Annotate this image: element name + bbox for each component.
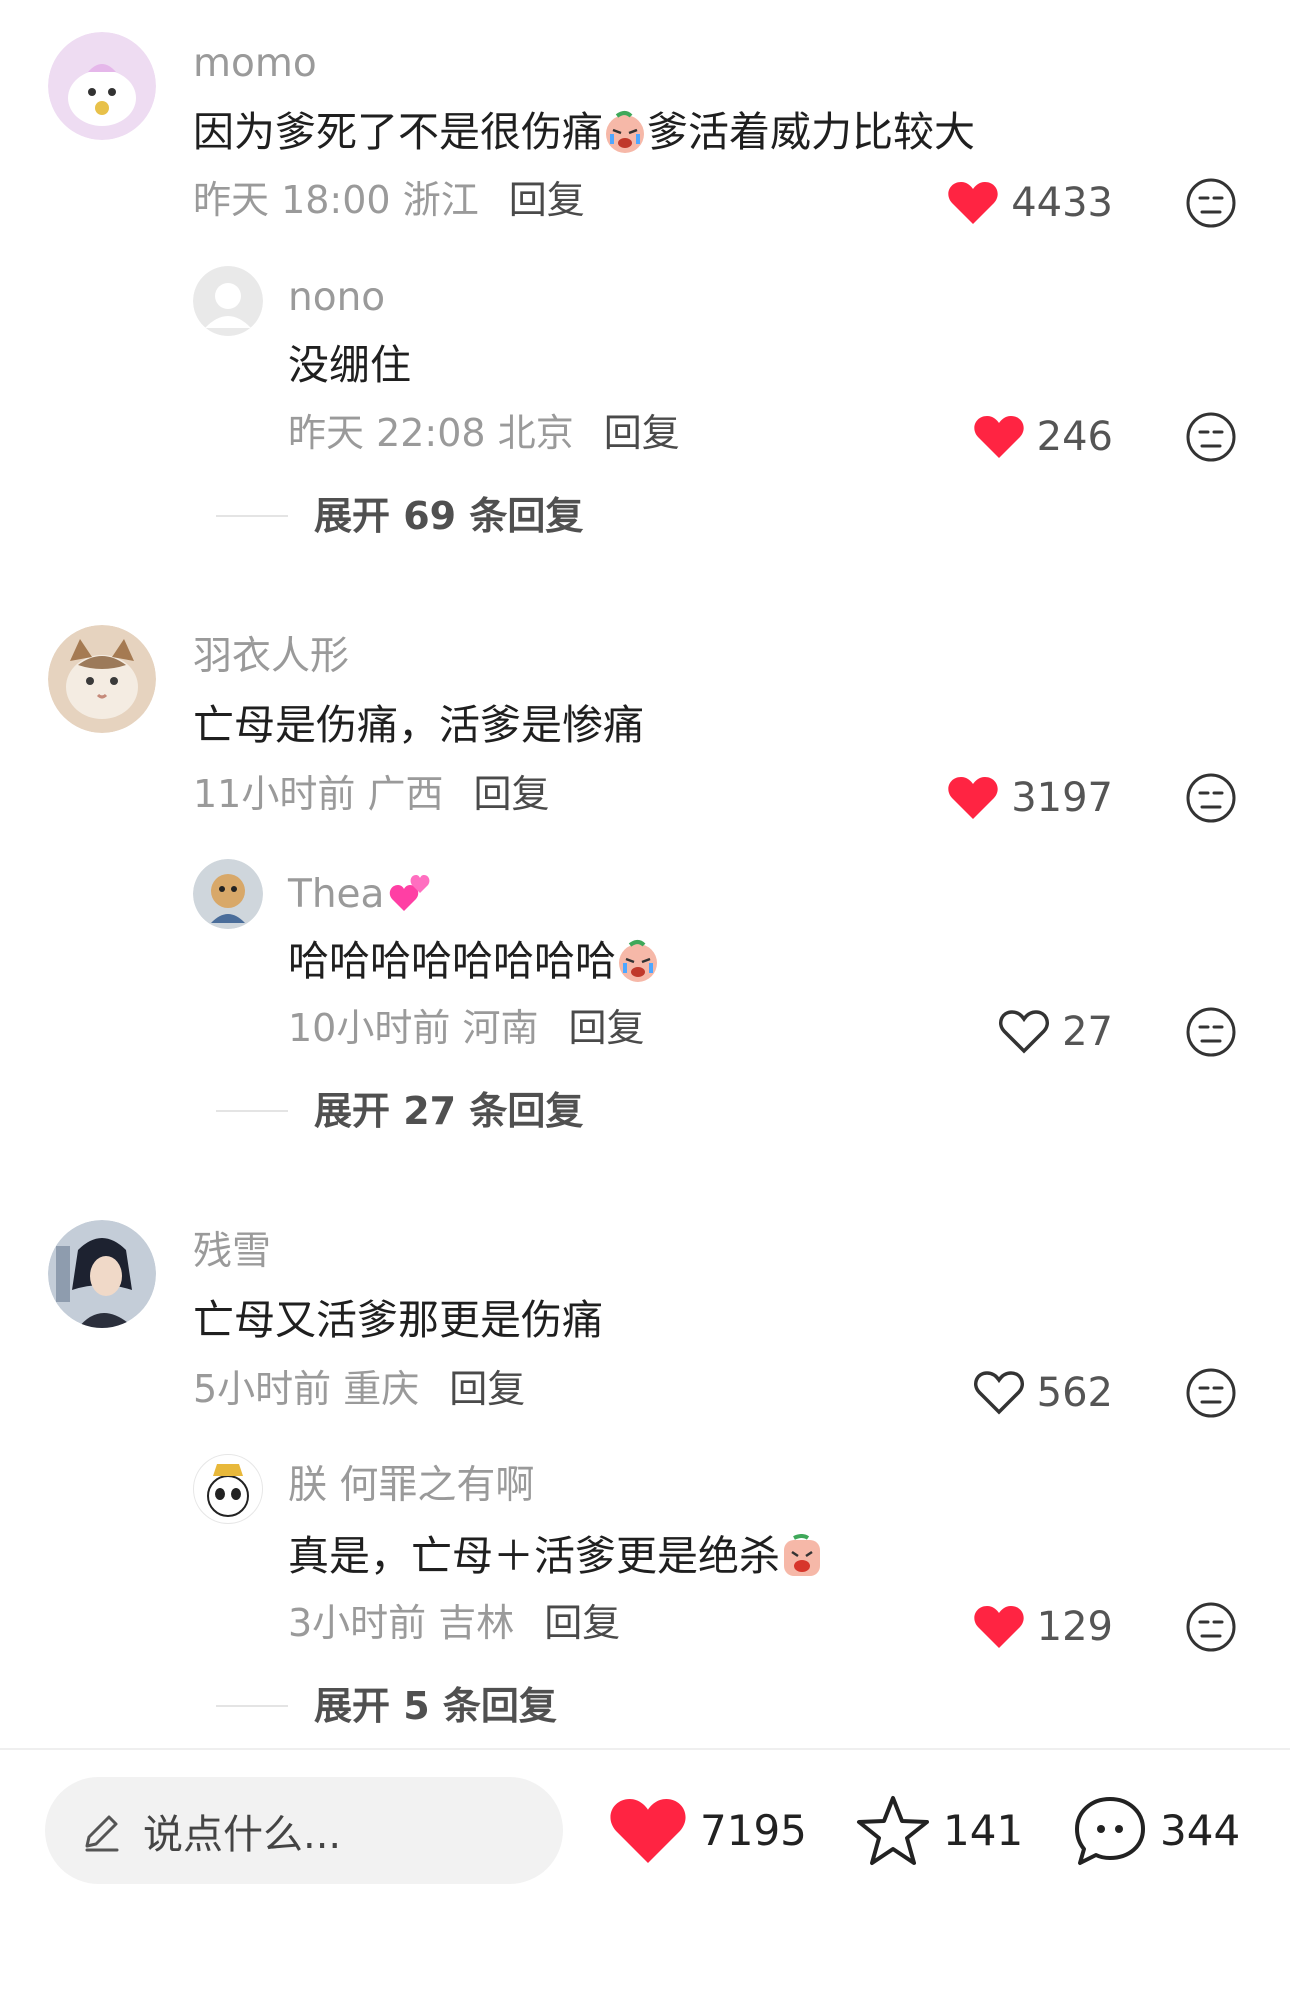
heart-icon (948, 182, 998, 224)
comment-username[interactable]: 残雪 (193, 1232, 271, 1271)
post-comment-count: 344 (1160, 1806, 1241, 1855)
reply-button[interactable]: 回复 (449, 1367, 525, 1411)
bottom-bar-divider (0, 1748, 1290, 1750)
crying-emoji (606, 111, 644, 153)
like-button[interactable]: 246 (873, 414, 1113, 460)
avatar-panda[interactable] (193, 1454, 263, 1524)
input-placeholder: 说点什么... (143, 1811, 342, 1858)
like-button[interactable]: 562 (873, 1370, 1113, 1416)
dislike-face-icon[interactable] (1185, 1601, 1237, 1653)
avatar-thea[interactable] (193, 859, 263, 929)
crying-emoji (619, 940, 657, 982)
like-count: 27 (1062, 1009, 1113, 1055)
comment-meta: 昨天 18:00 浙江 回复 (193, 178, 585, 222)
post-comment-button[interactable]: 344 (1072, 1794, 1240, 1868)
like-button[interactable]: 4433 (873, 180, 1113, 226)
post-like-count: 7195 (700, 1806, 807, 1855)
comment-meta: 5小时前 重庆 回复 (193, 1367, 526, 1411)
post-favorite-button[interactable]: 141 (855, 1794, 1023, 1868)
reply-username[interactable]: nono (288, 278, 385, 317)
like-button[interactable]: 27 (873, 1009, 1113, 1055)
heart-outline-icon (973, 1371, 1024, 1415)
post-like-button[interactable]: 7195 (608, 1796, 807, 1866)
like-count: 562 (1036, 1370, 1113, 1416)
comment-text: 亡母是伤痛，活爹是惨痛 (193, 701, 644, 749)
reply-username[interactable]: Thea (288, 871, 432, 915)
crying-emoji (784, 1534, 820, 1576)
reply-meta: 10小时前 河南 回复 (288, 1006, 645, 1050)
post-favorite-count: 141 (943, 1806, 1024, 1855)
comment-username[interactable]: 羽衣人形 (193, 637, 349, 676)
reply-button[interactable]: 回复 (604, 411, 680, 455)
comment-text: 亡母又活爹那更是伤痛 (193, 1296, 603, 1344)
dislike-face-icon[interactable] (1185, 1006, 1237, 1058)
expand-replies-button[interactable]: 展开 69 条回复 (216, 497, 583, 535)
dislike-face-icon[interactable] (1185, 1367, 1237, 1419)
reply-username[interactable]: 朕 何罪之有啊 (288, 1466, 534, 1505)
expand-divider (216, 1110, 288, 1112)
heart-icon (973, 416, 1024, 458)
like-button[interactable]: 3197 (873, 775, 1113, 821)
avatar-momo[interactable] (48, 32, 156, 140)
reply-text: 真是，亡母＋活爹更是绝杀 (288, 1534, 824, 1578)
heart-icon (610, 1799, 686, 1863)
comment-text: 因为爹死了不是很伤痛 爹活着威力比较大 (193, 108, 975, 156)
expand-divider (216, 515, 288, 517)
reply-button[interactable]: 回复 (509, 178, 585, 222)
sparkling-heart-emoji (390, 875, 430, 911)
reply-meta: 3小时前 吉林 回复 (288, 1601, 621, 1645)
like-button[interactable]: 129 (873, 1604, 1113, 1650)
dislike-face-icon[interactable] (1185, 772, 1237, 824)
dislike-face-icon[interactable] (1185, 411, 1237, 463)
expand-replies-button[interactable]: 展开 5 条回复 (216, 1687, 557, 1725)
reply-text: 哈哈哈哈哈哈哈哈 (288, 939, 660, 983)
star-icon (857, 1796, 929, 1865)
like-count: 3197 (1011, 775, 1113, 821)
like-count: 4433 (1011, 180, 1113, 226)
avatar-nono[interactable] (193, 266, 263, 336)
reply-button[interactable]: 回复 (473, 772, 549, 816)
like-count: 129 (1036, 1604, 1113, 1650)
reply-button[interactable]: 回复 (568, 1006, 644, 1050)
pencil-icon (85, 1815, 119, 1851)
expand-replies-button[interactable]: 展开 27 条回复 (216, 1092, 583, 1130)
heart-outline-icon (999, 1010, 1050, 1054)
comment-bubble-icon (1075, 1797, 1145, 1865)
avatar-anime[interactable] (48, 1220, 156, 1328)
comment-input[interactable]: 说点什么... (45, 1777, 563, 1884)
heart-icon (948, 777, 998, 819)
reply-text: 没绷住 (288, 341, 411, 389)
expand-divider (216, 1705, 288, 1707)
avatar-cat[interactable] (48, 625, 156, 733)
dislike-face-icon[interactable] (1185, 177, 1237, 229)
heart-icon (973, 1606, 1024, 1648)
comment-meta: 11小时前 广西 回复 (193, 772, 550, 816)
reply-button[interactable]: 回复 (544, 1601, 620, 1645)
reply-meta: 昨天 22:08 北京 回复 (288, 411, 680, 455)
comment-username[interactable]: momo (193, 44, 317, 83)
like-count: 246 (1036, 414, 1113, 460)
